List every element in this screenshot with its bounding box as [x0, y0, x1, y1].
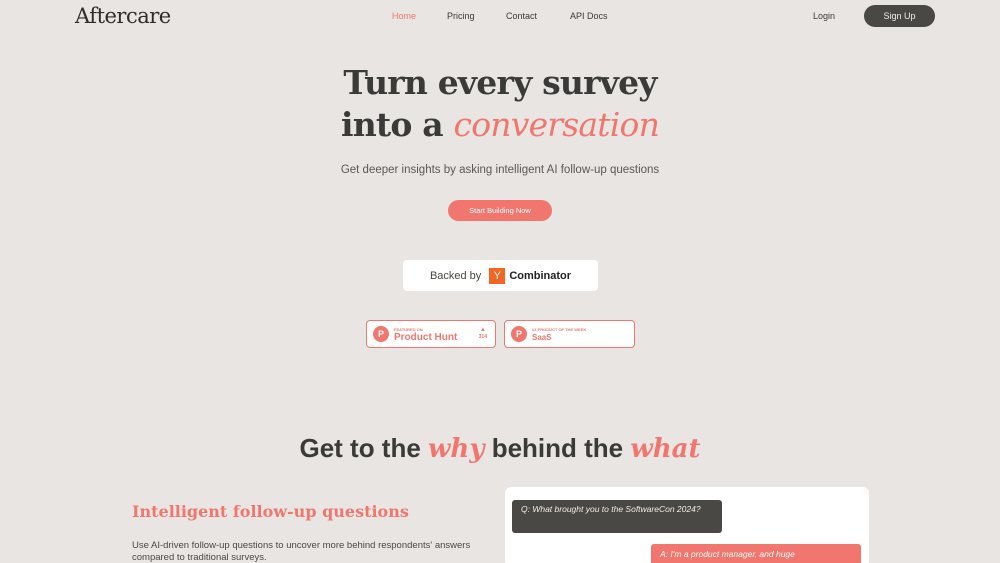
- badge-big-text: Product Hunt: [394, 332, 458, 343]
- top-nav: Aftercare Home Pricing Contact API Docs …: [0, 0, 1000, 32]
- upvote-count: ▲ 314: [479, 326, 487, 340]
- logo[interactable]: Aftercare: [75, 4, 171, 28]
- hero-subtitle: Get deeper insights by asking intelligen…: [340, 164, 660, 176]
- section-title-what: what: [630, 434, 701, 464]
- backed-by-yc-badge[interactable]: Backed by Y Combinator: [403, 260, 598, 291]
- section-title: Get to the why behind the what: [0, 433, 1000, 464]
- feature-description: Use AI-driven follow-up questions to unc…: [132, 540, 471, 563]
- product-hunt-week-badge[interactable]: P #3 PRODUCT OF THE WEEK SaaS: [504, 320, 635, 348]
- upvote-number: 314: [478, 334, 487, 340]
- nav-api-docs-link[interactable]: API Docs: [570, 11, 608, 21]
- question-bubble: Q: What brought you to the SoftwareCon 2…: [512, 500, 722, 533]
- nav-contact-link[interactable]: Contact: [506, 11, 537, 21]
- feature-title: Intelligent follow-up questions: [132, 502, 409, 521]
- section-title-why: why: [428, 434, 485, 464]
- y-combinator-icon: Y: [489, 267, 506, 284]
- section-title-part3: behind the: [491, 433, 624, 463]
- product-hunt-featured-badge[interactable]: P FEATURED ON Product Hunt ▲ 314: [366, 320, 496, 348]
- badge-small-text: #3 PRODUCT OF THE WEEK: [532, 327, 587, 332]
- product-hunt-icon: P: [373, 326, 389, 342]
- login-link[interactable]: Login: [813, 11, 835, 21]
- start-building-button[interactable]: Start Building Now: [448, 200, 552, 221]
- nav-pricing-link[interactable]: Pricing: [447, 11, 475, 21]
- chat-preview: Q: What brought you to the SoftwareCon 2…: [505, 487, 869, 563]
- nav-home-link[interactable]: Home: [392, 11, 416, 21]
- combinator-label: Combinator: [509, 269, 572, 282]
- product-hunt-icon: P: [511, 326, 527, 342]
- hero-title-line2: into a: [340, 105, 444, 144]
- hero-title-line1: Turn every survey: [343, 63, 657, 102]
- hero-title: Turn every survey into a conversation: [0, 62, 1000, 146]
- badge-big-text: SaaS: [532, 333, 552, 342]
- upvote-triangle-icon: ▲: [479, 327, 486, 333]
- section-title-part1: Get to the: [299, 433, 421, 463]
- answer-bubble: A: I'm a product manager, and huge: [651, 544, 861, 563]
- signup-button[interactable]: Sign Up: [864, 5, 935, 27]
- backed-by-label: Backed by: [429, 269, 482, 282]
- hero-title-accent: conversation: [453, 105, 660, 144]
